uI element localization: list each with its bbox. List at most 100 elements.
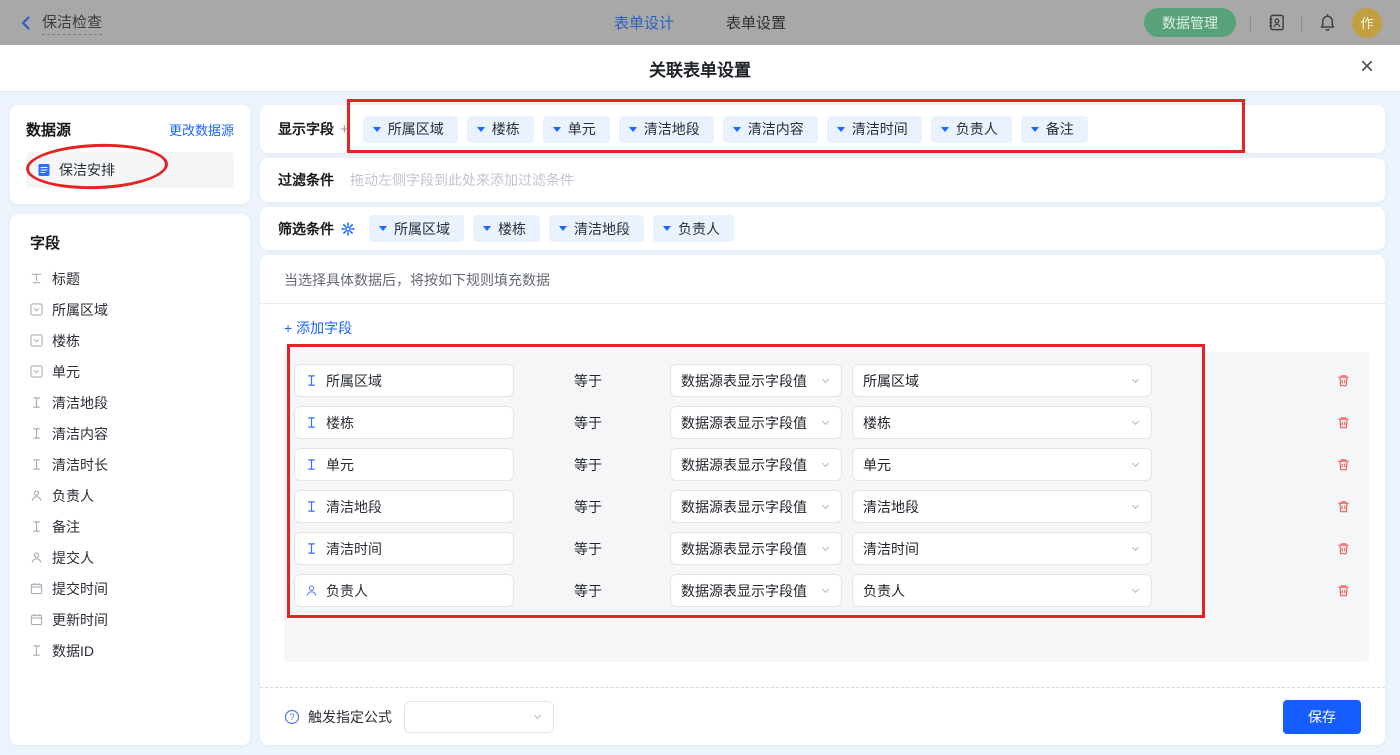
- field-item-label: 提交时间: [52, 580, 108, 597]
- display-tag[interactable]: 负责人: [930, 115, 1012, 143]
- screen-tag[interactable]: 所属区域: [369, 215, 464, 242]
- delete-rule-icon[interactable]: [1336, 583, 1351, 598]
- screen-tag[interactable]: 清洁地段: [549, 215, 644, 242]
- tag-label: 备注: [1045, 121, 1074, 137]
- rule-row: 清洁地段 等于 数据源表显示字段值 清洁地段: [294, 490, 1369, 523]
- field-item-label: 所属区域: [52, 301, 108, 318]
- value-source-select[interactable]: 数据源表显示字段值: [670, 406, 842, 439]
- value-source-select[interactable]: 数据源表显示字段值: [670, 364, 842, 397]
- related-form-settings-screen: 保洁检查 表单设计 表单设置 数据管理 作 关联表单设置 × 数据源 更改数据源…: [0, 0, 1400, 755]
- gear-icon[interactable]: [341, 221, 355, 236]
- value-source-select[interactable]: 数据源表显示字段值: [670, 532, 842, 565]
- source-field-select[interactable]: 负责人: [852, 574, 1152, 607]
- equals-label: 等于: [574, 372, 602, 389]
- filter-condition-card[interactable]: 过滤条件 拖动左侧字段到此处来添加过滤条件: [260, 158, 1385, 202]
- chevron-down-icon: [1030, 126, 1039, 132]
- rule-field-input[interactable]: 所属区域: [294, 364, 514, 397]
- rule-field-input[interactable]: 单元: [294, 448, 514, 481]
- field-item-submitter[interactable]: 提交人: [30, 542, 230, 573]
- field-item-clean-area[interactable]: 清洁地段: [30, 387, 230, 418]
- address-book-icon[interactable]: [1265, 12, 1287, 34]
- notification-bell-icon[interactable]: [1316, 12, 1338, 34]
- person-icon: [305, 584, 318, 597]
- tab-form-settings[interactable]: 表单设置: [726, 12, 786, 33]
- form-name[interactable]: 保洁检查: [42, 11, 103, 35]
- field-item-owner[interactable]: 负责人: [30, 480, 230, 511]
- chevron-down-icon: [820, 501, 831, 512]
- delete-rule-icon[interactable]: [1336, 541, 1351, 556]
- display-fields-label: 显示字段: [278, 121, 334, 137]
- delete-rule-icon[interactable]: [1336, 415, 1351, 430]
- text-field-icon: [30, 520, 43, 533]
- select-field-icon: [30, 334, 43, 347]
- display-tag[interactable]: 清洁地段: [618, 115, 714, 143]
- text-field-icon: [305, 542, 318, 555]
- main-panel: 显示字段 + 所属区域 楼栋 单元 清洁地段 清洁内容 清洁时间 负责人 备注 …: [260, 105, 1385, 745]
- add-field-link[interactable]: + 添加字段: [260, 304, 376, 350]
- source-field-select[interactable]: 清洁时间: [852, 532, 1152, 565]
- help-icon[interactable]: ?: [284, 709, 300, 725]
- source-field-select[interactable]: 所属区域: [852, 364, 1152, 397]
- change-datasource-link[interactable]: 更改数据源: [169, 120, 234, 139]
- field-item-submit-time[interactable]: 提交时间: [30, 573, 230, 604]
- chevron-down-icon: [628, 126, 637, 132]
- field-item-building[interactable]: 楼栋: [30, 325, 230, 356]
- back-button[interactable]: 保洁检查: [18, 11, 103, 35]
- user-avatar[interactable]: 作: [1352, 7, 1382, 38]
- source-field-select[interactable]: 楼栋: [852, 406, 1152, 439]
- field-item-title[interactable]: 标题: [30, 263, 230, 294]
- chevron-down-icon: [379, 226, 387, 231]
- modal-content: 数据源 更改数据源 保洁安排 字段 标题 所属区域 楼栋 单元 清洁地段 清洁内…: [0, 93, 1400, 755]
- rule-field-input[interactable]: 清洁时间: [294, 532, 514, 565]
- tab-form-design[interactable]: 表单设计: [614, 12, 674, 33]
- display-tag[interactable]: 单元: [542, 115, 610, 143]
- rule-field-input[interactable]: 负责人: [294, 574, 514, 607]
- text-field-icon: [305, 500, 318, 513]
- text-field-icon: [30, 427, 43, 440]
- rule-row: 负责人 等于 数据源表显示字段值 负责人: [294, 574, 1369, 607]
- filter-dropzone-placeholder: 拖动左侧字段到此处来添加过滤条件: [350, 172, 574, 188]
- display-tag[interactable]: 楼栋: [466, 115, 534, 143]
- display-tag[interactable]: 所属区域: [362, 115, 458, 143]
- display-tag[interactable]: 清洁内容: [722, 115, 818, 143]
- rule-field-input[interactable]: 楼栋: [294, 406, 514, 439]
- data-manage-button[interactable]: 数据管理: [1144, 8, 1236, 37]
- fields-list: 标题 所属区域 楼栋 单元 清洁地段 清洁内容 清洁时长 负责人 备注 提交人 …: [30, 263, 230, 666]
- formula-select[interactable]: [404, 700, 554, 733]
- field-item-data-id[interactable]: 数据ID: [30, 635, 230, 666]
- delete-rule-icon[interactable]: [1336, 499, 1351, 514]
- display-tag[interactable]: 备注: [1020, 115, 1088, 143]
- rule-row: 单元 等于 数据源表显示字段值 单元: [294, 448, 1369, 481]
- value-source-select[interactable]: 数据源表显示字段值: [670, 574, 842, 607]
- screen-filter-tags: 所属区域 楼栋 清洁地段 负责人: [369, 215, 734, 242]
- source-field-select[interactable]: 清洁地段: [852, 490, 1152, 523]
- equals-label: 等于: [574, 414, 602, 431]
- field-item-clean-content[interactable]: 清洁内容: [30, 418, 230, 449]
- tag-label: 单元: [567, 121, 596, 137]
- add-display-field-button[interactable]: +: [340, 121, 349, 138]
- datasource-item[interactable]: 保洁安排: [26, 152, 234, 188]
- rule-field-input[interactable]: 清洁地段: [294, 490, 514, 523]
- field-item-clean-duration[interactable]: 清洁时长: [30, 449, 230, 480]
- save-button[interactable]: 保存: [1283, 699, 1361, 734]
- datasource-item-label: 保洁安排: [59, 162, 115, 178]
- chevron-down-icon: [1130, 501, 1141, 512]
- screen-tag[interactable]: 负责人: [653, 215, 734, 242]
- field-item-update-time[interactable]: 更新时间: [30, 604, 230, 635]
- source-field-select[interactable]: 单元: [852, 448, 1152, 481]
- display-tag[interactable]: 清洁时间: [826, 115, 922, 143]
- text-field-icon: [30, 396, 43, 409]
- delete-rule-icon[interactable]: [1336, 457, 1351, 472]
- field-item-region[interactable]: 所属区域: [30, 294, 230, 325]
- value-source-select[interactable]: 数据源表显示字段值: [670, 490, 842, 523]
- tag-label: 楼栋: [491, 121, 520, 137]
- screen-tag[interactable]: 楼栋: [473, 215, 540, 242]
- tag-label: 清洁地段: [574, 220, 630, 237]
- chevron-down-icon: [820, 585, 831, 596]
- value-source-select[interactable]: 数据源表显示字段值: [670, 448, 842, 481]
- close-icon[interactable]: ×: [1360, 53, 1374, 81]
- chevron-down-icon: [1130, 543, 1141, 554]
- field-item-unit[interactable]: 单元: [30, 356, 230, 387]
- delete-rule-icon[interactable]: [1336, 373, 1351, 388]
- field-item-remark[interactable]: 备注: [30, 511, 230, 542]
